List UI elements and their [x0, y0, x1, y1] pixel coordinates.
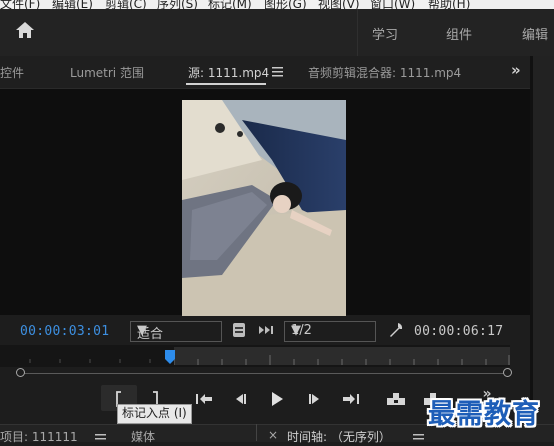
duration-timecode: 00:00:06:17 [414, 324, 504, 339]
playhead-handle[interactable] [164, 350, 176, 364]
panel-divider [256, 424, 257, 441]
tab-menu-icon[interactable] [272, 66, 283, 77]
settings-panel-icon[interactable] [232, 322, 246, 338]
workspace-assembly[interactable]: 组件 [446, 24, 472, 43]
tooltip: 标记入点 (I) [117, 404, 192, 424]
tab-timeline[interactable]: 时间轴: （无序列） [287, 428, 391, 445]
menu-file[interactable]: 文件(F) [0, 0, 40, 9]
home-icon[interactable] [10, 16, 40, 42]
menu-window[interactable]: 窗口(W) [370, 0, 415, 9]
menu-sequence[interactable]: 序列(S) [157, 0, 198, 9]
tab-project[interactable]: 项目: 111111 [0, 428, 78, 445]
playback-resolution-select[interactable]: 1/2 ▼ [284, 321, 376, 342]
tab-lumetri-scopes[interactable]: Lumetri 范围 [70, 64, 144, 81]
right-panel-partial [533, 56, 554, 431]
go-to-in-button[interactable] [193, 388, 215, 410]
tab-menu-icon[interactable] [95, 432, 106, 441]
workspace-divider [357, 9, 358, 56]
insert-button[interactable] [385, 388, 407, 410]
wrench-icon[interactable] [388, 322, 404, 338]
menu-help[interactable]: 帮助(H) [428, 0, 470, 9]
step-back-button[interactable] [229, 388, 251, 410]
menu-bar: 文件(F) 编辑(E) 剪辑(C) 序列(S) 标记(M) 图形(G) 视图(V… [0, 0, 554, 9]
video-frame [182, 100, 346, 316]
current-timecode[interactable]: 00:00:03:01 [20, 324, 109, 339]
zoom-scrollbar[interactable] [18, 373, 510, 374]
tab-menu-icon[interactable] [413, 432, 424, 441]
go-to-out-button[interactable] [340, 388, 362, 410]
close-icon[interactable]: × [268, 428, 278, 442]
step-forward-button[interactable] [304, 388, 326, 410]
chevron-down-icon: ▼ [291, 323, 301, 338]
menu-view[interactable]: 视图(V) [318, 0, 360, 9]
workspace-editing[interactable]: 编辑 [522, 24, 548, 43]
menu-edit[interactable]: 编辑(E) [52, 0, 93, 9]
zoom-fit-select[interactable]: 适合 ▼ [130, 321, 222, 342]
menu-graphics[interactable]: 图形(G) [264, 0, 307, 9]
tab-media-browser[interactable]: 媒体 [131, 428, 155, 445]
zoom-scrollbar-right-handle[interactable] [503, 368, 512, 377]
watermark-logo: 最需教育 [428, 399, 540, 430]
workspace-learn[interactable]: 学习 [372, 24, 398, 43]
active-tab-indicator [186, 83, 266, 85]
in-out-range[interactable] [174, 347, 510, 365]
chevron-down-icon: ▼ [137, 323, 147, 338]
tab-effect-controls[interactable]: 控件 [0, 64, 24, 81]
menu-clip[interactable]: 剪辑(C) [105, 0, 147, 9]
tab-audio-clip-mixer[interactable]: 音频剪辑混合器: 1111.mp4 [308, 64, 461, 81]
tab-source-monitor[interactable]: 源: 1111.mp4 [188, 64, 269, 81]
zoom-scrollbar-left-handle[interactable] [16, 368, 25, 377]
tab-overflow-chevron-icon[interactable]: » [511, 61, 521, 79]
menu-marker[interactable]: 标记(M) [208, 0, 252, 9]
fast-forward-icon[interactable] [258, 324, 274, 336]
play-button[interactable] [266, 388, 288, 410]
